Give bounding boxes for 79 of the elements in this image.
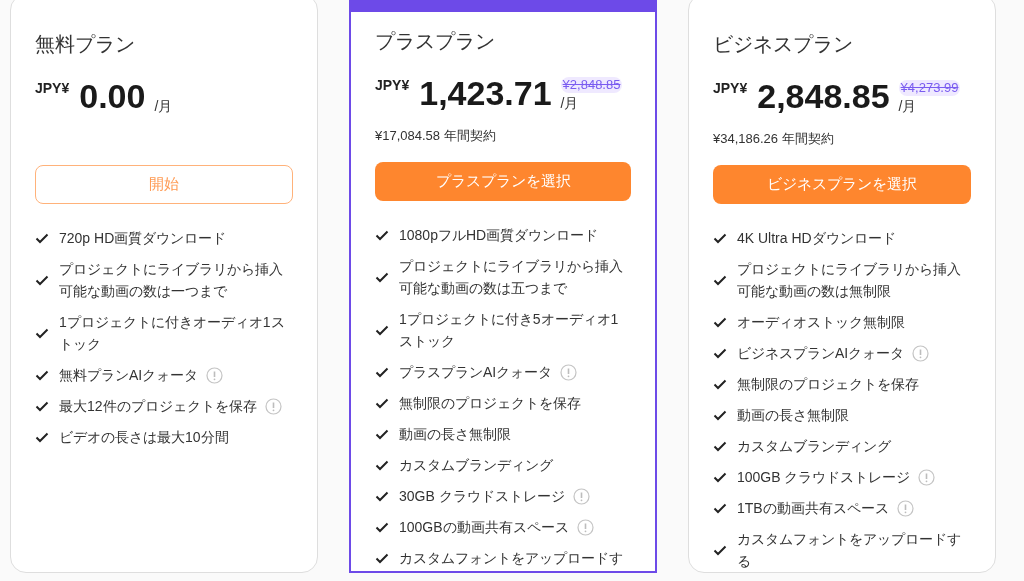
check-icon	[713, 440, 727, 452]
check-icon	[713, 232, 727, 244]
feature-text: 100GBの動画共有スペース	[399, 518, 569, 537]
check-icon	[713, 502, 727, 514]
feature-text: プロジェクトにライブラリから挿入可能な動画の数は無制限	[737, 260, 962, 301]
select-plan-button[interactable]: ビジネスプランを選択	[713, 165, 971, 204]
feature-text: 動画の長さ無制限	[737, 406, 849, 425]
check-icon	[35, 431, 49, 443]
info-icon[interactable]	[264, 397, 282, 415]
info-icon[interactable]	[896, 499, 914, 517]
check-icon	[375, 490, 389, 502]
info-icon[interactable]	[560, 363, 578, 381]
select-plan-button[interactable]: プラスプランを選択	[375, 162, 631, 201]
feature-text: 無料プランAIクォータ	[59, 366, 199, 385]
info-icon[interactable]	[912, 344, 930, 362]
feature-text: カスタムブランディング	[399, 456, 553, 475]
check-icon	[713, 471, 727, 483]
check-icon	[35, 327, 49, 339]
feature-text: オーディオストック無制限	[737, 313, 905, 332]
check-icon	[375, 366, 389, 378]
check-icon	[375, 459, 389, 471]
check-icon	[375, 397, 389, 409]
info-icon[interactable]	[576, 518, 594, 536]
select-plan-button[interactable]: 開始	[35, 165, 293, 204]
feature-text: 最大12件のプロジェクトを保存	[59, 397, 257, 416]
per-month-label: /月	[560, 94, 580, 113]
feature-text: ビデオの長さは最大10分間	[59, 428, 229, 447]
check-icon	[713, 347, 727, 359]
feature-text: プラスプランAIクォータ	[399, 363, 553, 382]
plan-name: プラスプラン	[375, 29, 496, 54]
plan-name: ビジネスプラン	[713, 32, 854, 57]
annual-price: ¥34,186.26 年間契約	[713, 131, 834, 146]
feature-text: カスタムブランディング	[737, 437, 891, 456]
per-month-label: /月	[898, 97, 918, 116]
annual-price: ¥17,084.58 年間契約	[375, 128, 496, 143]
original-price: ¥2,848.85	[560, 77, 623, 93]
check-icon	[35, 232, 49, 244]
check-icon	[375, 428, 389, 440]
feature-text: 1プロジェクトに付きオーディオ1ストック	[59, 313, 286, 354]
check-icon	[375, 271, 389, 283]
check-icon	[713, 378, 727, 390]
price-amount: 0.00	[79, 76, 146, 116]
price-amount: 1,423.71	[419, 73, 552, 113]
price-amount: 2,848.85	[757, 76, 890, 116]
check-icon	[375, 324, 389, 336]
currency-label: JPY¥	[713, 79, 748, 98]
feature-text: プロジェクトにライブラリから挿入可能な動画の数は五つまで	[399, 257, 624, 298]
feature-text: ビジネスプランAIクォータ	[737, 344, 905, 363]
original-price: ¥4,273.99	[898, 80, 961, 96]
currency-label: JPY¥	[35, 79, 70, 98]
per-month-label: /月	[154, 97, 173, 116]
feature-text: 30GB クラウドストレージ	[399, 487, 565, 506]
feature-text: 100GB クラウドストレージ	[737, 468, 911, 487]
feature-text: 動画の長さ無制限	[399, 425, 511, 444]
check-icon	[35, 274, 49, 286]
info-icon[interactable]	[206, 366, 224, 384]
info-icon[interactable]	[918, 468, 936, 486]
feature-text: 720p HD画質ダウンロード	[59, 229, 227, 248]
check-icon	[713, 409, 727, 421]
check-icon	[713, 274, 727, 286]
feature-text: 無制限のプロジェクトを保存	[737, 375, 919, 394]
check-icon	[375, 552, 389, 564]
feature-text: プロジェクトにライブラリから挿入可能な動画の数は一つまで	[59, 260, 284, 301]
check-icon	[375, 229, 389, 241]
check-icon	[375, 521, 389, 533]
check-icon	[713, 544, 727, 556]
feature-text: 1080pフルHD画質ダウンロード	[399, 226, 599, 245]
currency-label: JPY¥	[375, 76, 410, 95]
check-icon	[35, 400, 49, 412]
feature-text: 4K Ultra HDダウンロード	[737, 229, 896, 248]
check-icon	[35, 369, 49, 381]
plan-name: 無料プラン	[35, 32, 136, 57]
feature-text: カスタムフォントをアップロードする	[737, 530, 962, 571]
info-icon[interactable]	[572, 487, 590, 505]
feature-text: 無制限のプロジェクトを保存	[399, 394, 581, 413]
check-icon	[713, 316, 727, 328]
feature-text: 1TBの動画共有スペース	[737, 499, 889, 518]
feature-text: 1プロジェクトに付き5オーディオ1ストック	[399, 310, 620, 351]
feature-text: カスタムフォントをアップロードす	[399, 549, 623, 568]
